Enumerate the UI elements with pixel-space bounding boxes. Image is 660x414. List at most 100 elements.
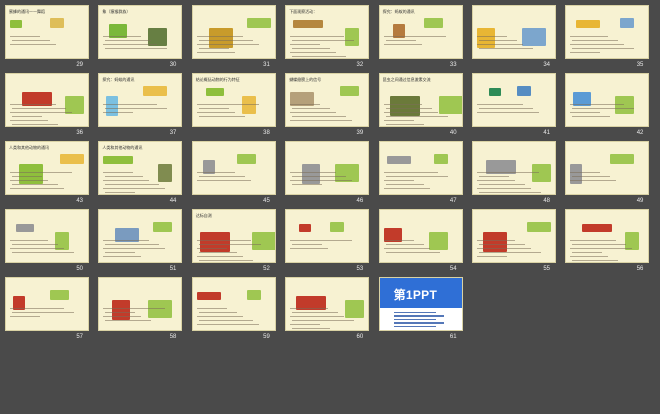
- slide-preview: 人类和其他动物的通讯: [5, 141, 89, 195]
- slide-thumbnail[interactable]: 昆虫之间通过信息激素交流 40: [377, 71, 463, 136]
- slide-thumbnail[interactable]: 48: [470, 139, 556, 204]
- slide-number: 56: [636, 266, 644, 272]
- slide-number: 31: [263, 62, 270, 68]
- text-line: [290, 104, 321, 106]
- text-line: [383, 240, 414, 242]
- slide-thumbnail[interactable]: 探究：蚂蚁的通讯 33: [377, 3, 463, 68]
- slide-preview: [378, 209, 463, 263]
- text-line: [570, 104, 625, 106]
- text-line: [479, 252, 541, 254]
- text-line: [10, 36, 40, 38]
- text-line: [477, 104, 523, 106]
- slide-thumbnail[interactable]: 51: [96, 207, 183, 272]
- slide-number: 51: [169, 266, 177, 272]
- text-line: [103, 172, 134, 174]
- slide-thumbnail[interactable]: 49: [563, 139, 650, 204]
- text-line: [105, 252, 136, 254]
- slide-preview: [378, 141, 463, 195]
- text-line: [196, 104, 259, 106]
- slide-thumbnail[interactable]: 第1PPT 61: [377, 275, 463, 340]
- slide-thumbnail[interactable]: 58: [96, 275, 183, 340]
- slide-thumbnail[interactable]: 蝴蝶翅膀上的信号 39: [283, 71, 370, 136]
- text-line: [572, 244, 627, 246]
- slide-number: 45: [263, 198, 270, 204]
- text-line: [385, 40, 416, 42]
- text-line: [103, 256, 142, 258]
- slide-thumbnail[interactable]: 54: [377, 207, 463, 272]
- text-line: [290, 112, 337, 114]
- slide-thumbnail[interactable]: 41: [470, 71, 556, 136]
- text-line: [570, 248, 633, 250]
- slide-number: 35: [636, 62, 644, 68]
- text-line: [292, 108, 331, 110]
- slide-thumbnail[interactable]: 达标自测 52: [190, 207, 276, 272]
- slide-thumbnail[interactable]: 55: [470, 207, 556, 272]
- slide-preview: 第1PPT: [378, 277, 463, 331]
- slide-title: 蝴蝶翅膀上的信号: [289, 77, 322, 82]
- slide-graphic: [610, 154, 635, 164]
- slide-title: 达标自测: [195, 213, 212, 218]
- slide-thumbnail[interactable]: 50: [3, 207, 89, 272]
- text-line: [10, 316, 40, 318]
- text-line: [570, 112, 601, 114]
- slide-thumbnail[interactable]: 下面观察活动： 32: [283, 3, 370, 68]
- text-line: [103, 44, 158, 46]
- slide-preview: 蝴蝶翅膀上的信号: [285, 73, 370, 127]
- slide-thumbnail[interactable]: 60: [283, 275, 370, 340]
- slide-graphic: [438, 96, 462, 114]
- slide-thumbnail[interactable]: 蜜蜂的通讯——舞蹈 29: [3, 3, 89, 68]
- text-line: [479, 192, 541, 194]
- slide-graphic: [340, 86, 360, 96]
- text-line: [383, 188, 430, 190]
- slide-preview: 人类和其他动物的通讯: [98, 141, 183, 195]
- slide-thumbnail[interactable]: 35: [563, 3, 650, 68]
- text-line: [292, 244, 323, 246]
- slide-preview: [98, 277, 183, 331]
- slide-preview: [565, 141, 650, 195]
- slide-graphic: [522, 28, 546, 46]
- slide-thumbnail[interactable]: 结论概括动物的行为特征 38: [190, 71, 276, 136]
- text-line: [12, 176, 42, 178]
- slide-thumbnail[interactable]: 57: [3, 275, 89, 340]
- text-line: [103, 112, 134, 114]
- slide-thumbnail[interactable]: 59: [190, 275, 276, 340]
- slide-graphic: [582, 224, 613, 232]
- slide-graphic: [60, 154, 84, 164]
- text-line: [385, 124, 424, 126]
- slide-thumbnail[interactable]: 56: [563, 207, 650, 272]
- text-line: [385, 116, 448, 118]
- slide-preview: [472, 209, 556, 263]
- text-line: [393, 312, 436, 314]
- slide-thumbnail[interactable]: 探究：蚂蚁的通讯 37: [96, 71, 183, 136]
- slide-preview: [5, 209, 89, 263]
- text-line: [103, 36, 142, 38]
- text-line: [10, 172, 72, 174]
- slide-graphic: [16, 224, 34, 232]
- slide-thumbnail[interactable]: 人类和其他动物的通讯 44: [96, 139, 183, 204]
- slide-thumbnail[interactable]: 47: [377, 139, 463, 204]
- slide-thumbnail[interactable]: 45: [190, 139, 276, 204]
- slide-number: 53: [356, 266, 364, 272]
- text-line: [572, 108, 635, 110]
- text-line: [103, 316, 142, 318]
- slide-title: 蜜蜂的通讯——舞蹈: [9, 9, 45, 14]
- slide-thumbnail[interactable]: 34: [470, 3, 556, 68]
- text-line: [572, 252, 603, 254]
- slide-graphic: [433, 154, 448, 164]
- slide-title: 探究：蚂蚁的通讯: [102, 77, 135, 82]
- text-line: [198, 244, 261, 246]
- slide-thumbnail[interactable]: 36: [3, 71, 89, 136]
- slide-thumbnail[interactable]: 53: [283, 207, 370, 272]
- slide-thumbnail[interactable]: 46: [283, 139, 370, 204]
- text-line: [105, 244, 160, 246]
- slide-thumbnail[interactable]: 42: [563, 71, 650, 136]
- text-line: [290, 308, 329, 310]
- slide-graphic: [196, 292, 221, 300]
- slide-thumbnail[interactable]: 人类和其他动物的通讯 43: [3, 139, 89, 204]
- slide-thumbnail[interactable]: 象（猿猴群族） 30: [96, 3, 183, 68]
- text-line: [383, 104, 422, 106]
- slide-number: 32: [356, 62, 364, 68]
- slide-thumbnail[interactable]: 31: [190, 3, 276, 68]
- text-line: [105, 48, 168, 50]
- text-line: [196, 52, 235, 54]
